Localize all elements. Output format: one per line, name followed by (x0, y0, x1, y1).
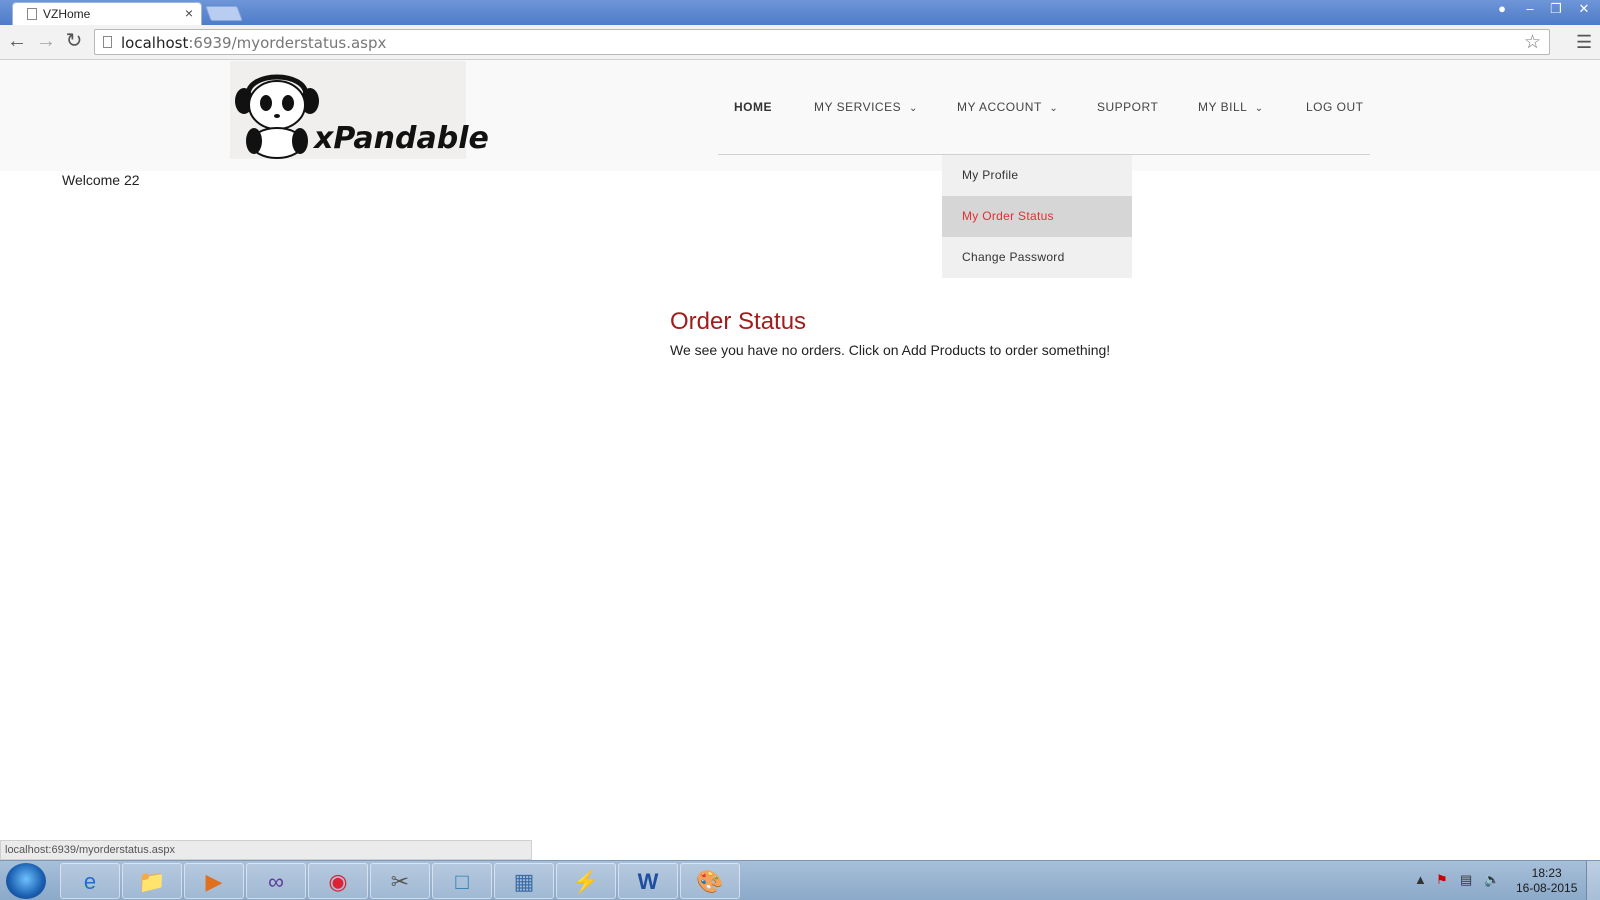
clock-date: 16-08-2015 (1516, 881, 1578, 895)
reload-icon[interactable]: ↻ (62, 29, 86, 53)
chevron-down-icon: ⌄ (1254, 103, 1264, 114)
menu-item-change-password[interactable]: Change Password (942, 237, 1132, 278)
logo-text: xPandable (314, 121, 489, 156)
title-bar: VZHome × ● – ❐ ✕ (0, 0, 1600, 25)
browser-toolbar: ← → ↻ localhost:6939/myorderstatus.aspx … (0, 25, 1600, 60)
forward-arrow-icon[interactable]: → (34, 29, 58, 53)
tab-close-icon[interactable]: × (185, 5, 193, 21)
show-desktop-button[interactable] (1586, 861, 1600, 900)
volume-muted-icon[interactable]: 🔈 (1484, 872, 1500, 888)
account-dropdown-menu: My Profile My Order Status Change Passwo… (942, 155, 1132, 278)
chevron-down-icon: ⌄ (1049, 103, 1059, 114)
action-center-icon[interactable]: ⚑ (1436, 872, 1448, 888)
address-bar[interactable]: localhost:6939/myorderstatus.aspx ☆ (94, 29, 1550, 55)
browser-tab[interactable]: VZHome × (12, 2, 202, 25)
chrome-icon[interactable]: ◉ (308, 863, 368, 899)
url-text: localhost:6939/myorderstatus.aspx (121, 34, 386, 52)
close-button[interactable]: ✕ (1572, 0, 1596, 18)
nav-my-bill-label: MY BILL (1198, 100, 1247, 114)
nav-my-account-label: MY ACCOUNT (957, 100, 1042, 114)
minimize-button[interactable]: – (1518, 0, 1542, 18)
paint-icon[interactable]: 🎨 (680, 863, 740, 899)
status-bar-url: localhost:6939/myorderstatus.aspx (0, 840, 532, 860)
internet-explorer-icon[interactable]: e (60, 863, 120, 899)
back-arrow-icon[interactable]: ← (5, 29, 29, 53)
menu-item-my-profile[interactable]: My Profile (942, 155, 1132, 196)
welcome-text: Welcome 22 (62, 172, 140, 188)
bookmark-star-icon[interactable]: ☆ (1524, 31, 1541, 54)
clock-time: 18:23 (1531, 866, 1562, 880)
nav-my-services-label: MY SERVICES (814, 100, 902, 114)
snipping-tool-icon[interactable]: ✂ (370, 863, 430, 899)
site-logo[interactable]: xPandable (230, 61, 489, 159)
taskbar: e 📁 ▶ ∞ ◉ ✂ □ ▦ ⚡ W 🎨 ▲ ⚑ ▤ 🔈 18:23 16-0… (0, 860, 1600, 900)
page-icon (27, 8, 37, 20)
nav-my-account[interactable]: MY ACCOUNT ⌄ (957, 100, 1058, 114)
page-title: Order Status (670, 308, 807, 335)
windows-update-icon[interactable]: ⚡ (556, 863, 616, 899)
word-icon[interactable]: W (618, 863, 678, 899)
browser-window: VZHome × ● – ❐ ✕ ← → ↻ localhost:6939/my… (0, 0, 1600, 900)
user-icon[interactable]: ● (1490, 0, 1514, 18)
nav-my-services[interactable]: MY SERVICES ⌄ (814, 100, 918, 114)
start-button[interactable] (6, 863, 46, 899)
page-icon (103, 36, 112, 48)
url-host: localhost (121, 34, 189, 52)
nav-support[interactable]: SUPPORT (1097, 100, 1158, 114)
network-icon[interactable]: ▤ (1460, 872, 1472, 888)
restore-button[interactable]: ❐ (1544, 0, 1568, 18)
chevron-down-icon: ⌄ (908, 103, 918, 114)
media-player-icon[interactable]: ▶ (184, 863, 244, 899)
clock[interactable]: 18:23 16-08-2015 (1516, 866, 1577, 896)
url-path: :6939/myorderstatus.aspx (188, 34, 387, 52)
order-status-message: We see you have no orders. Click on Add … (670, 342, 1111, 358)
hamburger-menu-icon[interactable]: ☰ (1576, 32, 1592, 53)
file-explorer-icon[interactable]: 📁 (122, 863, 182, 899)
notepad-icon[interactable]: □ (432, 863, 492, 899)
show-hidden-icons-icon[interactable]: ▲ (1414, 872, 1427, 887)
menu-item-my-order-status[interactable]: My Order Status (942, 196, 1132, 237)
visual-studio-icon[interactable]: ∞ (246, 863, 306, 899)
nav-home[interactable]: HOME (734, 100, 772, 114)
new-tab-button[interactable] (205, 6, 243, 21)
nav-my-bill[interactable]: MY BILL ⌄ (1198, 100, 1264, 114)
control-panel-icon[interactable]: ▦ (494, 863, 554, 899)
tab-title: VZHome (43, 7, 91, 21)
nav-log-out[interactable]: LOG OUT (1306, 100, 1364, 114)
